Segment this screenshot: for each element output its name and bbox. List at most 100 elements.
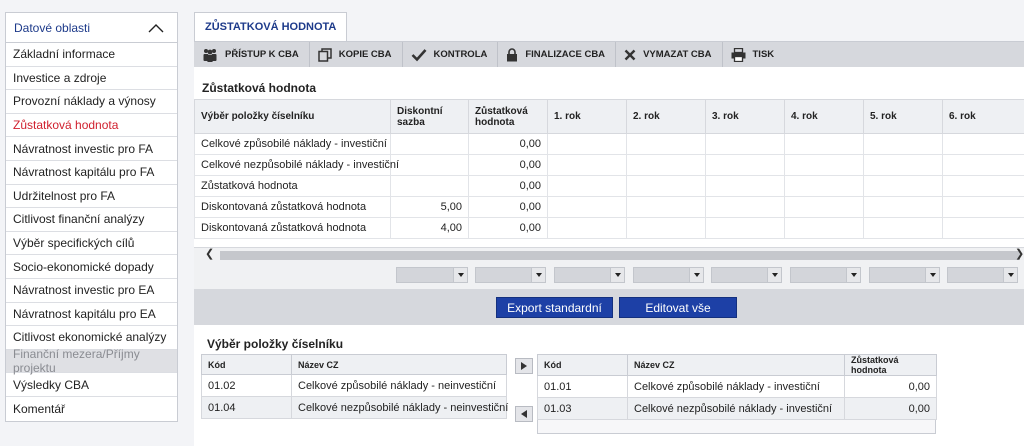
col-header-name[interactable]: Název CZ bbox=[291, 354, 507, 375]
dropdown-arrow-icon[interactable] bbox=[1003, 268, 1017, 282]
sidebar-item-citlivost-fa[interactable]: Citlivost finanční analýzy bbox=[6, 208, 177, 232]
scroll-right-icon[interactable]: ❯ bbox=[1015, 248, 1024, 261]
col-header-item[interactable]: Výběr položky číselníku bbox=[194, 99, 391, 134]
copy-cba-label: KOPIE CBA bbox=[338, 49, 392, 60]
print-button[interactable]: TISK bbox=[723, 42, 785, 67]
col-header-code[interactable]: Kód bbox=[201, 354, 292, 375]
filter-select[interactable] bbox=[633, 267, 704, 283]
copy-cba-button[interactable]: KOPIE CBA bbox=[310, 42, 403, 67]
col-header-year-3[interactable]: 3. rok bbox=[705, 99, 785, 134]
cell-year-4 bbox=[784, 217, 864, 239]
sidebar-item-zustatkova-hodnota[interactable]: Zůstatková hodnota bbox=[6, 114, 177, 138]
filter-select[interactable] bbox=[711, 267, 782, 283]
scrollbar-thumb[interactable] bbox=[220, 251, 1020, 260]
finalize-cba-button[interactable]: FINALIZACE CBA bbox=[498, 42, 617, 67]
residual-value-grid: Výběr položky číselníku Diskontní sazba … bbox=[194, 99, 1024, 239]
sidebar-header[interactable]: Datové oblasti bbox=[6, 13, 177, 43]
sidebar-item-navratnost-kapitalu-fa[interactable]: Návratnost kapitálu pro FA bbox=[6, 161, 177, 185]
col-header-code[interactable]: Kód bbox=[537, 354, 628, 376]
action-bar: Export standardní Editovat vše bbox=[194, 289, 1024, 325]
list-item[interactable]: 01.03 Celkové nezpůsobilé náklady - inve… bbox=[537, 397, 937, 420]
list-item[interactable]: 01.02 Celkové způsobilé náklady - neinve… bbox=[201, 374, 507, 397]
list-item[interactable]: 01.01 Celkové způsobilé náklady - invest… bbox=[537, 375, 937, 398]
filter-select[interactable] bbox=[869, 267, 940, 283]
filter-select[interactable] bbox=[475, 267, 546, 283]
col-header-value[interactable]: Zůstatková hodnota bbox=[844, 354, 937, 376]
tab-zustatkova-hodnota[interactable]: ZŮSTATKOVÁ HODNOTA bbox=[194, 12, 348, 41]
filter-select[interactable] bbox=[790, 267, 861, 283]
cell-year-5 bbox=[863, 196, 943, 218]
section-title: Zůstatková hodnota bbox=[202, 81, 317, 95]
cell-year-1 bbox=[547, 196, 627, 218]
sidebar-item-komentar[interactable]: Komentář bbox=[6, 397, 177, 421]
col-header-rate[interactable]: Diskontní sazba bbox=[390, 99, 469, 134]
cell-year-4 bbox=[784, 196, 864, 218]
delete-cba-button[interactable]: VYMAZAT CBA bbox=[616, 42, 723, 67]
sidebar-item-provozni-naklady[interactable]: Provozní náklady a výnosy bbox=[6, 90, 177, 114]
dropdown-arrow-icon[interactable] bbox=[610, 268, 624, 282]
toolbar: PŘÍSTUP K CBA KOPIE CBA KONTROLA FINALIZ… bbox=[194, 41, 1024, 67]
filter-select[interactable] bbox=[554, 267, 625, 283]
edit-all-button[interactable]: Editovat vše bbox=[619, 297, 737, 318]
dropdown-arrow-icon[interactable] bbox=[846, 268, 860, 282]
col-header-name[interactable]: Název CZ bbox=[627, 354, 845, 376]
sidebar-item-navratnost-kapitalu-ea[interactable]: Návratnost kapitálu pro EA bbox=[6, 303, 177, 327]
users-icon bbox=[203, 48, 217, 62]
col-header-year-5[interactable]: 5. rok bbox=[863, 99, 943, 134]
access-cba-button[interactable]: PŘÍSTUP K CBA bbox=[194, 42, 310, 67]
cell-year-3 bbox=[705, 196, 785, 218]
cell-year-3 bbox=[705, 175, 785, 197]
col-header-year-4[interactable]: 4. rok bbox=[784, 99, 864, 134]
printer-icon bbox=[731, 47, 745, 62]
cell-year-2 bbox=[626, 217, 706, 239]
table-row[interactable]: Celkové způsobilé náklady - investiční 0… bbox=[194, 133, 1024, 155]
dropdown-arrow-icon[interactable] bbox=[689, 268, 703, 282]
chevron-up-icon[interactable] bbox=[147, 22, 165, 34]
table-row[interactable]: Zůstatková hodnota 0,00 bbox=[194, 175, 1024, 197]
grid-header-row: Výběr položky číselníku Diskontní sazba … bbox=[194, 99, 1024, 134]
dropdown-arrow-icon[interactable] bbox=[925, 268, 939, 282]
sidebar-item-udrzitelnost-fa[interactable]: Udržitelnost pro FA bbox=[6, 185, 177, 209]
access-cba-label: PŘÍSTUP K CBA bbox=[225, 49, 299, 60]
col-header-year-1[interactable]: 1. rok bbox=[547, 99, 627, 134]
sidebar-item-zakladni-informace[interactable]: Základní informace bbox=[6, 43, 177, 67]
cell-year-2 bbox=[626, 196, 706, 218]
filter-select[interactable] bbox=[947, 267, 1018, 283]
dropdown-arrow-icon[interactable] bbox=[453, 268, 467, 282]
sidebar-item-socio-ekonomicke-dopady[interactable]: Socio-ekonomické dopady bbox=[6, 255, 177, 279]
horizontal-scrollbar[interactable]: ❮ ❯ bbox=[194, 247, 1024, 261]
table-row[interactable]: Diskontovaná zůstatková hodnota 5,00 0,0… bbox=[194, 196, 1024, 218]
sidebar-title: Datové oblasti bbox=[14, 20, 91, 35]
check-button[interactable]: KONTROLA bbox=[403, 42, 499, 67]
move-left-button[interactable] bbox=[515, 406, 533, 422]
scroll-left-icon[interactable]: ❮ bbox=[205, 248, 214, 261]
available-items-table: Kód Název CZ 01.02 Celkové způsobilé nák… bbox=[201, 354, 508, 419]
sidebar-item-vysledky-cba[interactable]: Výsledky CBA bbox=[6, 373, 177, 397]
move-right-button[interactable] bbox=[515, 358, 533, 374]
cell-item: Zůstatková hodnota bbox=[194, 175, 391, 197]
table-row[interactable]: Diskontovaná zůstatková hodnota 4,00 0,0… bbox=[194, 217, 1024, 239]
sidebar-item-vyber-cilu[interactable]: Výběr specifických cílů bbox=[6, 232, 177, 256]
sidebar-item-navratnost-investic-fa[interactable]: Návratnost investic pro FA bbox=[6, 137, 177, 161]
triangle-right-icon bbox=[521, 362, 527, 370]
export-standard-button[interactable]: Export standardní bbox=[496, 297, 613, 318]
filter-select[interactable] bbox=[396, 267, 468, 283]
list-item[interactable]: 01.04 Celkové nezpůsobilé náklady - nein… bbox=[201, 396, 508, 419]
cell-rate bbox=[390, 175, 469, 197]
cell-item: Diskontovaná zůstatková hodnota bbox=[194, 196, 391, 218]
table-row[interactable]: Celkové nezpůsobilé náklady - investiční… bbox=[194, 154, 1024, 176]
col-header-value[interactable]: Zůstatková hodnota bbox=[468, 99, 548, 134]
col-header-year-6[interactable]: 6. rok bbox=[942, 99, 1024, 134]
lock-icon bbox=[507, 47, 518, 61]
cell-year-2 bbox=[626, 133, 706, 155]
close-icon bbox=[624, 49, 636, 60]
col-header-year-2[interactable]: 2. rok bbox=[626, 99, 706, 134]
dropdown-arrow-icon[interactable] bbox=[531, 268, 545, 282]
cell-year-5 bbox=[863, 154, 943, 176]
dropdown-arrow-icon[interactable] bbox=[767, 268, 781, 282]
sidebar-item-investice-a-zdroje[interactable]: Investice a zdroje bbox=[6, 67, 177, 91]
sidebar-item-navratnost-investic-ea[interactable]: Návratnost investic pro EA bbox=[6, 279, 177, 303]
cell-rate: 5,00 bbox=[390, 196, 469, 218]
triangle-left-icon bbox=[521, 410, 527, 418]
main-panel: ZŮSTATKOVÁ HODNOTA PŘÍSTUP K CBA KOPIE C… bbox=[194, 12, 1024, 446]
